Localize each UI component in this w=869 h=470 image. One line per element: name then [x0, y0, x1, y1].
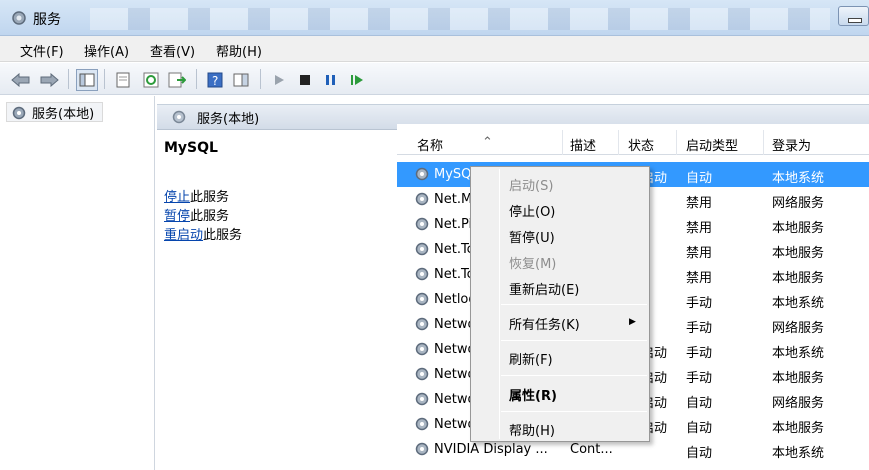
service-gear-icon: [415, 292, 429, 306]
menu-item-properties[interactable]: 属性(R): [509, 385, 557, 404]
column-description[interactable]: 描述: [570, 135, 596, 154]
menu-view[interactable]: 查看(V): [150, 41, 195, 60]
column-status[interactable]: 状态: [628, 135, 654, 154]
service-startup-cell: 自动: [686, 396, 713, 411]
service-gear-icon: [415, 392, 429, 406]
service-startup-cell: 手动: [686, 296, 713, 311]
console-tree-icon[interactable]: [76, 69, 98, 91]
selected-service-name: MySQL: [164, 140, 218, 156]
restart-service-icon[interactable]: [346, 69, 368, 91]
service-logon-cell: 本地系统: [772, 446, 825, 461]
service-gear-icon: [415, 342, 429, 356]
toolbar: ?: [0, 63, 869, 95]
pause-action: 暂停此服务: [164, 205, 229, 224]
menu-item-start[interactable]: 启动(S): [509, 175, 553, 194]
service-startup-cell: 手动: [686, 371, 713, 386]
service-logon-cell: 本地服务: [772, 246, 825, 261]
service-startup-cell: 禁用: [686, 221, 713, 236]
stop-service-icon[interactable]: [294, 69, 316, 91]
column-header-row: 名称 ⌃ 描述 状态 启动类型 登录为: [397, 130, 869, 155]
menu-help[interactable]: 帮助(H): [216, 41, 262, 60]
extended-detail-panel: MySQL 停止此服务 暂停此服务 重启动此服务: [157, 130, 397, 470]
service-gear-icon: [415, 442, 429, 456]
service-logon-cell: 本地系统: [772, 171, 825, 186]
service-gear-icon: [415, 242, 429, 256]
service-gear-icon: [415, 367, 429, 381]
service-startup-cell: 禁用: [686, 196, 713, 211]
menu-item-help[interactable]: 帮助(H): [509, 420, 555, 439]
service-startup-cell: 禁用: [686, 246, 713, 261]
column-startup-type[interactable]: 启动类型: [686, 135, 738, 154]
service-logon-cell: 本地服务: [772, 421, 825, 436]
service-gear-icon: [415, 417, 429, 431]
menu-file[interactable]: 文件(F): [20, 41, 64, 60]
menu-bar: 文件(F) 操作(A) 查看(V) 帮助(H): [0, 36, 869, 62]
service-startup-cell: 禁用: [686, 271, 713, 286]
service-gear-icon: [415, 217, 429, 231]
stop-action: 停止此服务: [164, 186, 229, 205]
stop-link[interactable]: 停止: [164, 190, 190, 205]
pause-suffix: 此服务: [190, 209, 230, 224]
service-startup-cell: 自动: [686, 171, 713, 186]
menu-action[interactable]: 操作(A): [84, 41, 129, 60]
help-icon[interactable]: ?: [204, 69, 226, 91]
menu-item-resume[interactable]: 恢复(M): [509, 253, 556, 272]
export-list-icon[interactable]: [166, 69, 188, 91]
forward-arrow-icon[interactable]: [38, 69, 60, 91]
service-startup-cell: 自动: [686, 421, 713, 436]
service-logon-cell: 网络服务: [772, 321, 825, 336]
menu-item-stop[interactable]: 停止(O): [509, 201, 555, 220]
pane-header-title: 服务(本地): [197, 111, 260, 127]
service-startup-cell: 手动: [686, 321, 713, 336]
service-logon-cell: 本地系统: [772, 346, 825, 361]
column-logon-as[interactable]: 登录为: [772, 135, 811, 154]
start-service-icon[interactable]: [268, 69, 290, 91]
service-logon-cell: 本地服务: [772, 371, 825, 386]
menu-item-restart[interactable]: 重新启动(E): [509, 279, 579, 298]
tree-item-label: 服务(本地): [32, 107, 95, 122]
restart-suffix: 此服务: [203, 228, 243, 243]
back-arrow-icon[interactable]: [10, 69, 32, 91]
service-gear-icon: [415, 317, 429, 331]
services-gear-icon: [12, 106, 26, 119]
svg-text:?: ?: [212, 74, 218, 88]
sort-ascending-icon: ⌃: [482, 135, 493, 150]
tree-item-services-local[interactable]: 服务(本地): [6, 102, 104, 122]
service-startup-cell: 自动: [686, 446, 713, 461]
column-name[interactable]: 名称: [417, 135, 443, 154]
refresh-icon[interactable]: [140, 69, 162, 91]
service-logon-cell: 本地系统: [772, 296, 825, 311]
service-logon-cell: 本地服务: [772, 221, 825, 236]
pause-service-icon[interactable]: [320, 69, 342, 91]
restart-link[interactable]: 重启动: [164, 228, 203, 243]
stop-suffix: 此服务: [190, 190, 230, 205]
submenu-arrow-icon: ▶: [629, 317, 636, 327]
show-hide-action-pane-icon[interactable]: [230, 69, 252, 91]
service-gear-icon: [415, 167, 429, 181]
service-logon-cell: 网络服务: [772, 196, 825, 211]
console-tree: 服务(本地): [0, 96, 155, 470]
service-logon-cell: 本地服务: [772, 271, 825, 286]
properties-sheet-icon[interactable]: [112, 69, 134, 91]
pause-link[interactable]: 暂停: [164, 209, 190, 224]
menu-item-pause[interactable]: 暂停(U): [509, 227, 555, 246]
service-startup-cell: 手动: [686, 346, 713, 361]
context-menu: 启动(S) 停止(O) 暂停(U) 恢复(M) 重新启动(E) 所有任务(K) …: [470, 166, 650, 442]
minimize-button[interactable]: [838, 6, 869, 26]
menu-item-refresh[interactable]: 刷新(F): [509, 349, 553, 368]
services-gear-icon: [12, 11, 26, 25]
menu-item-all-tasks[interactable]: 所有任务(K): [509, 314, 580, 333]
service-description-cell: Cont...: [570, 442, 613, 457]
service-logon-cell: 网络服务: [772, 396, 825, 411]
service-gear-icon: [415, 267, 429, 281]
services-gear-icon: [172, 110, 186, 124]
blurred-background: [90, 8, 830, 30]
title-bar: 服务: [0, 0, 869, 36]
services-window: 服务 文件(F) 操作(A) 查看(V) 帮助(H) ? 服务(本地) 服务(本…: [0, 0, 869, 470]
service-name-cell: NVIDIA Display ...: [434, 442, 548, 457]
window-title: 服务: [33, 12, 61, 28]
service-gear-icon: [415, 192, 429, 206]
restart-action: 重启动此服务: [164, 224, 242, 243]
